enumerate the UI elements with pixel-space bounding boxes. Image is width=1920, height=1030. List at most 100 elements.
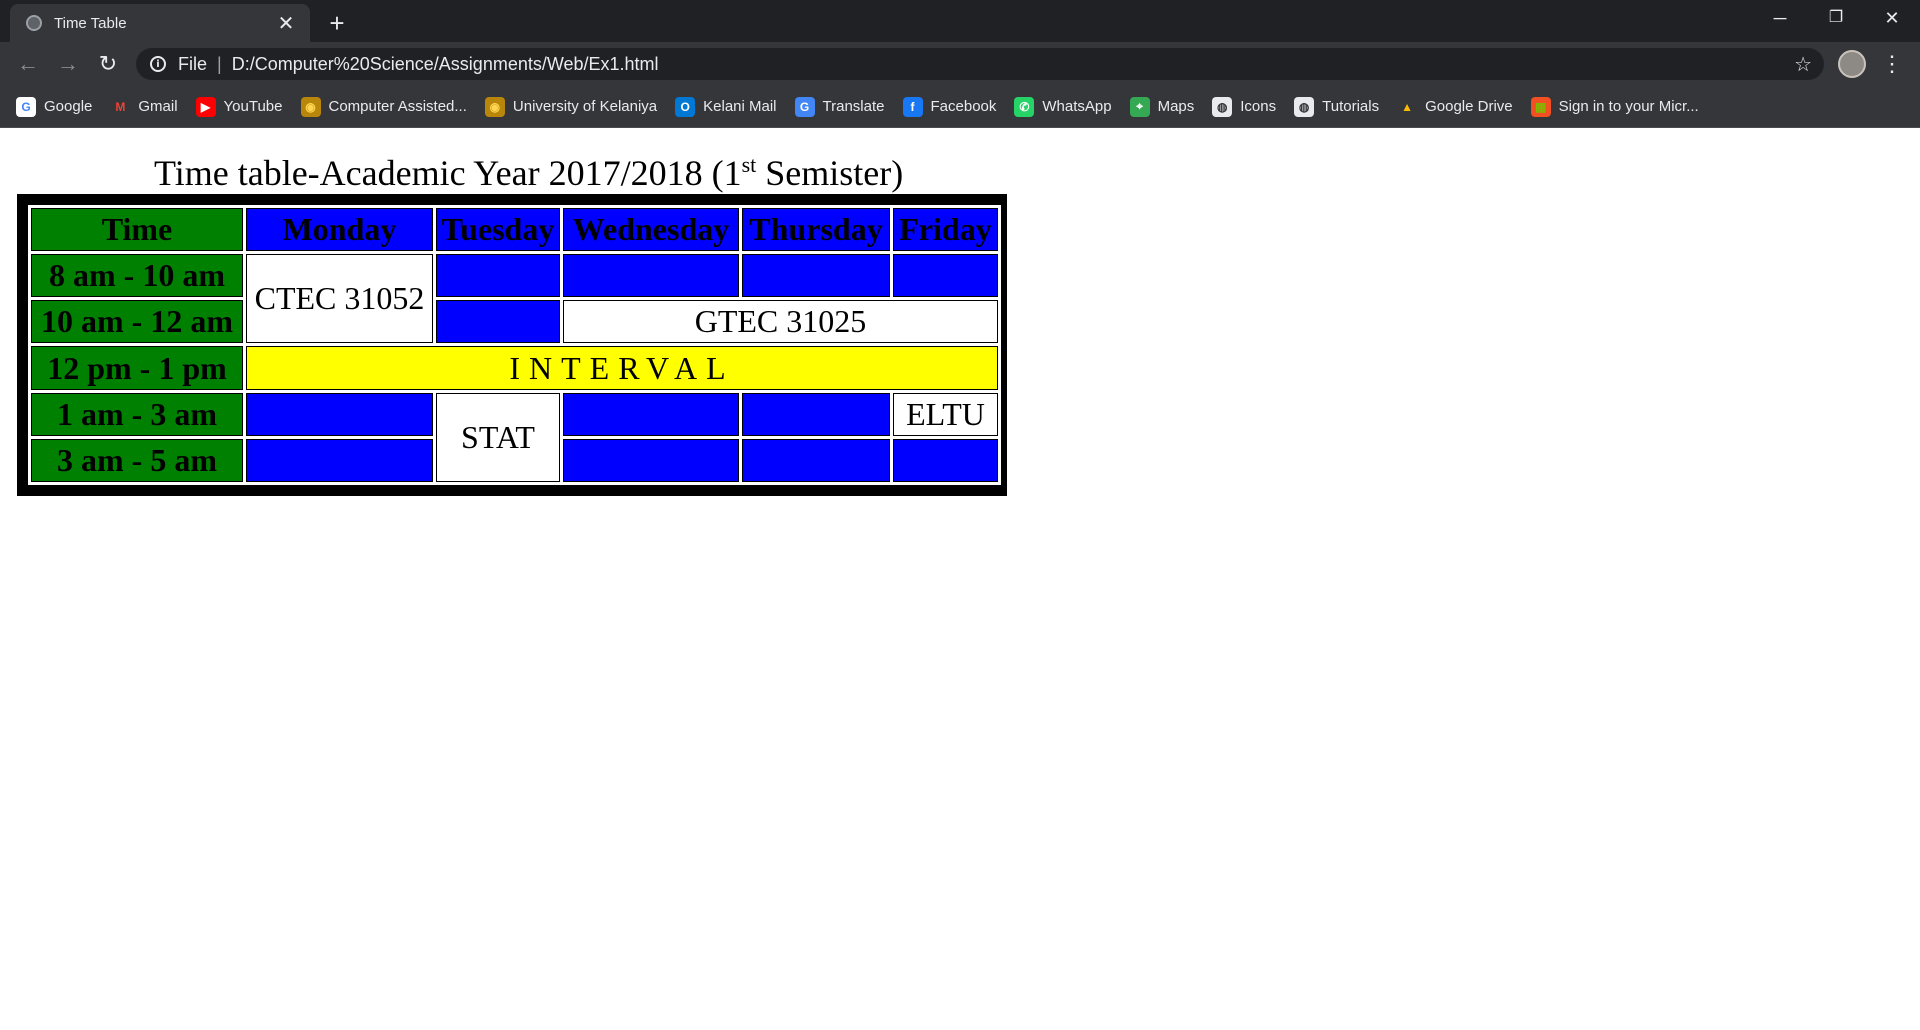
- empty-slot: [436, 300, 560, 344]
- globe-icon: ◍: [1294, 96, 1315, 117]
- address-bar[interactable]: i File | D:/Computer%20Science/Assignmen…: [136, 48, 1824, 80]
- title-tail: Semister): [756, 153, 904, 193]
- empty-slot: [742, 438, 890, 482]
- header-monday: Monday: [246, 208, 433, 252]
- bookmark-item[interactable]: ⌖ Maps: [1129, 96, 1195, 117]
- table-row: 10 am - 12 am GTEC 31025: [31, 300, 998, 344]
- time-slot: 1 am - 3 am: [31, 392, 243, 436]
- restore-button[interactable]: ❐: [1808, 0, 1864, 36]
- timetable: Time Monday Tuesday Wednesday Thursday F…: [28, 205, 1001, 485]
- empty-slot: [246, 392, 433, 436]
- empty-slot: [893, 254, 998, 298]
- subject-stat: STAT: [436, 392, 560, 482]
- browser-toolbar: ← → ↻ i File | D:/Computer%20Science/Ass…: [0, 42, 1920, 86]
- bookmark-star-icon[interactable]: ☆: [1794, 52, 1812, 77]
- bookmark-label: YouTube: [223, 98, 283, 115]
- url-scheme: File: [178, 53, 208, 74]
- empty-slot: [563, 438, 739, 482]
- table-row: 8 am - 10 am CTEC 31052: [31, 254, 998, 344]
- close-window-button[interactable]: ✕: [1864, 0, 1920, 36]
- info-icon[interactable]: i: [150, 56, 166, 72]
- tab-time-table[interactable]: Time Table ✕: [10, 4, 310, 42]
- minimize-button[interactable]: ─: [1752, 0, 1808, 36]
- bookmark-item[interactable]: ✆ WhatsApp: [1014, 96, 1112, 117]
- drive-icon: ▲: [1397, 96, 1418, 117]
- seal-icon: ◉: [484, 96, 505, 117]
- forward-button[interactable]: →: [54, 50, 82, 78]
- bookmark-label: Maps: [1157, 98, 1195, 115]
- bookmark-item[interactable]: M Gmail: [110, 96, 178, 117]
- bookmark-label: Google: [44, 98, 93, 115]
- page-content: Time table-Academic Year 2017/2018 (1st …: [0, 128, 1920, 1030]
- close-tab-icon[interactable]: ✕: [272, 11, 300, 36]
- bookmark-label: Sign in to your Micr...: [1558, 98, 1699, 115]
- bookmark-item[interactable]: G Google: [16, 96, 93, 117]
- title-superscript: st: [741, 152, 757, 177]
- bookmark-item[interactable]: ◍ Icons: [1212, 96, 1276, 117]
- time-slot: 10 am - 12 am: [31, 300, 243, 344]
- empty-slot: [246, 438, 433, 482]
- header-time: Time: [31, 208, 243, 252]
- bookmark-label: Computer Assisted...: [328, 98, 467, 115]
- google-icon: G: [16, 96, 36, 117]
- empty-slot: [893, 438, 998, 482]
- subject-ctec: CTEC 31052: [246, 254, 433, 344]
- time-slot: 8 am - 10 am: [31, 254, 243, 298]
- time-slot: 3 am - 5 am: [31, 438, 243, 482]
- subject-eltu: ELTU: [893, 392, 998, 436]
- youtube-icon: ▶: [195, 96, 216, 117]
- empty-slot: [742, 392, 890, 436]
- header-tuesday: Tuesday: [436, 208, 560, 252]
- bookmark-label: Kelani Mail: [703, 98, 777, 115]
- url-text[interactable]: D:/Computer%20Science/Assignments/Web/Ex…: [232, 54, 1794, 75]
- title-main: Time table-Academic Year 2017/2018 (1: [154, 153, 742, 193]
- header-friday: Friday: [893, 208, 998, 252]
- globe-icon: [26, 15, 42, 31]
- header-wednesday: Wednesday: [563, 208, 739, 252]
- empty-slot: [742, 254, 890, 298]
- bookmark-label: Facebook: [930, 98, 997, 115]
- interval-cell: INTERVAL: [246, 346, 998, 390]
- outlook-icon: O: [675, 96, 696, 117]
- microsoft-icon: ▦: [1530, 96, 1551, 117]
- reload-button[interactable]: ↻: [94, 50, 122, 78]
- bookmark-label: Gmail: [138, 98, 178, 115]
- empty-slot: [436, 254, 560, 298]
- bookmarks-bar: G Google M Gmail ▶ YouTube ◉ Computer Assisted.…: [0, 86, 1920, 128]
- globe-icon: ◍: [1212, 96, 1233, 117]
- bookmark-item[interactable]: G Translate: [794, 96, 885, 117]
- empty-slot: [563, 254, 739, 298]
- gmail-icon: M: [110, 96, 131, 117]
- back-button[interactable]: ←: [14, 50, 42, 78]
- url-separator: |: [217, 53, 222, 74]
- translate-icon: G: [794, 96, 815, 117]
- browser-title-bar: Time Table ✕ + ─ ❐ ✕: [0, 0, 1920, 42]
- time-slot: 12 pm - 1 pm: [31, 346, 243, 390]
- table-row: 12 pm - 1 pm INTERVAL: [31, 346, 998, 390]
- profile-avatar[interactable]: [1838, 50, 1866, 78]
- bookmark-item[interactable]: f Facebook: [902, 96, 997, 117]
- seal-icon: ◉: [300, 96, 321, 117]
- table-row: 1 am - 3 am STAT ELTU: [31, 392, 998, 482]
- bookmark-item[interactable]: O Kelani Mail: [675, 96, 777, 117]
- bookmark-item[interactable]: ▦ Sign in to your Micr...: [1530, 96, 1699, 117]
- bookmark-label: University of Kelaniya: [512, 98, 658, 115]
- bookmark-item[interactable]: ◉ Computer Assisted...: [300, 96, 467, 117]
- bookmark-item[interactable]: ▲ Google Drive: [1397, 96, 1513, 117]
- new-tab-button[interactable]: +: [322, 8, 352, 38]
- browser-menu-icon[interactable]: ⋮: [1878, 50, 1906, 78]
- bookmark-label: Tutorials: [1322, 98, 1380, 115]
- tab-title: Time Table: [54, 14, 127, 32]
- empty-slot: [563, 392, 739, 436]
- timetable-frame: Time Monday Tuesday Wednesday Thursday F…: [17, 194, 1007, 496]
- bookmark-label: WhatsApp: [1042, 98, 1112, 115]
- bookmark-item[interactable]: ◍ Tutorials: [1294, 96, 1380, 117]
- bookmark-item[interactable]: ▶ YouTube: [195, 96, 283, 117]
- bookmark-label: Translate: [822, 98, 885, 115]
- page-title: Time table-Academic Year 2017/2018 (1st …: [154, 152, 903, 194]
- whatsapp-icon: ✆: [1014, 96, 1035, 117]
- table-row-header: Time Monday Tuesday Wednesday Thursday F…: [31, 208, 998, 252]
- header-thursday: Thursday: [742, 208, 890, 252]
- bookmark-item[interactable]: ◉ University of Kelaniya: [484, 96, 658, 117]
- subject-gtec: GTEC 31025: [563, 300, 998, 344]
